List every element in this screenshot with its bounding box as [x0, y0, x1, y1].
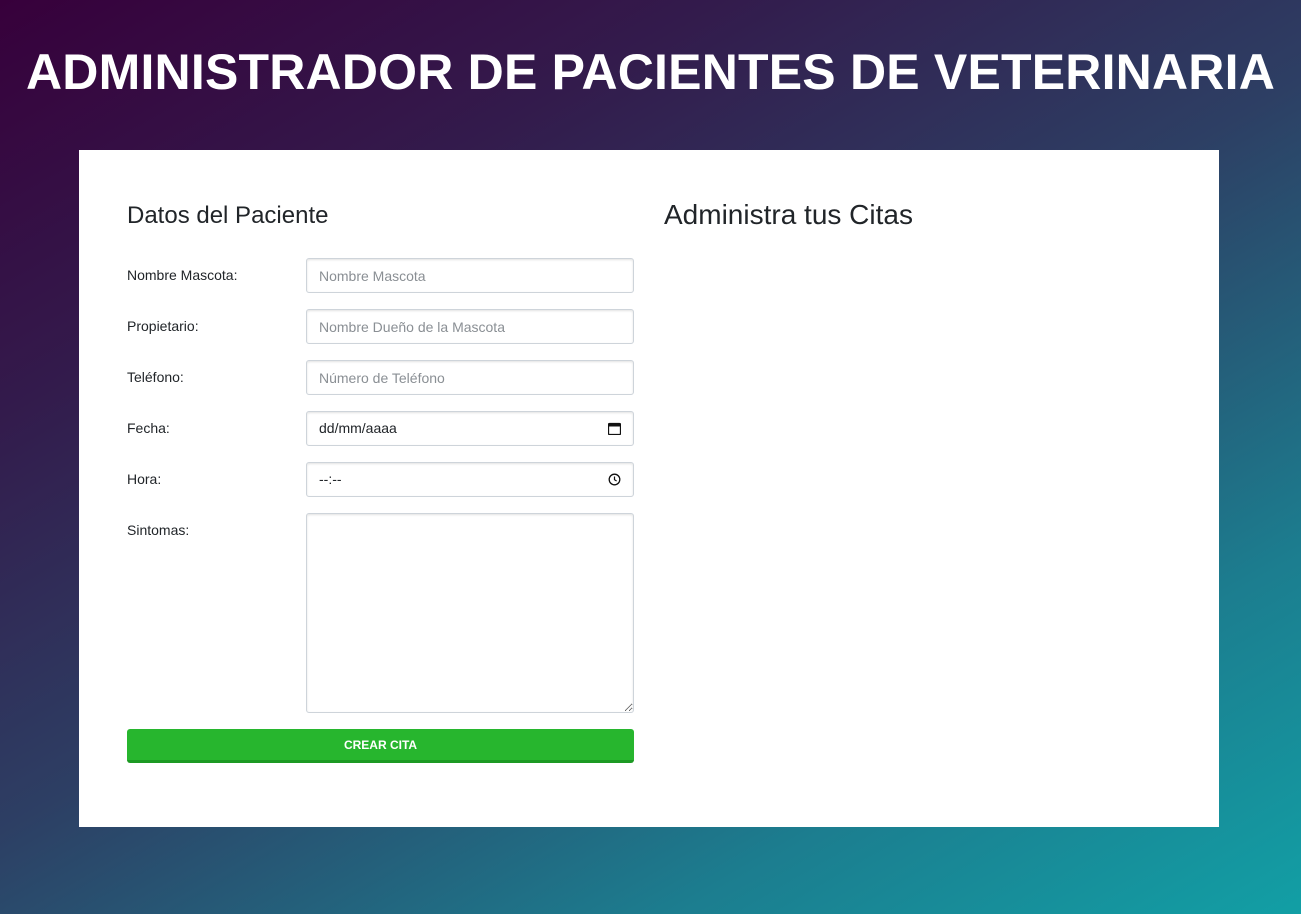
date-row: Fecha: dd/mm/aaaa: [127, 411, 634, 446]
main-card: Datos del Paciente Nombre Mascota: Propi…: [79, 150, 1219, 827]
pet-name-row: Nombre Mascota:: [127, 258, 634, 293]
time-row: Hora: --:--: [127, 462, 634, 497]
phone-label: Teléfono:: [127, 369, 184, 385]
owner-input[interactable]: [306, 309, 634, 344]
create-appointment-button[interactable]: CREAR CITA: [127, 729, 634, 763]
time-value: --:--: [319, 471, 342, 487]
symptoms-textarea[interactable]: [306, 513, 634, 713]
date-input[interactable]: dd/mm/aaaa: [306, 411, 634, 446]
pet-name-label: Nombre Mascota:: [127, 267, 238, 283]
clock-icon[interactable]: [607, 473, 621, 487]
time-label: Hora:: [127, 471, 162, 487]
owner-row: Propietario:: [127, 309, 634, 344]
phone-input[interactable]: [306, 360, 634, 395]
owner-label: Propietario:: [127, 318, 199, 334]
phone-row: Teléfono:: [127, 360, 634, 395]
pet-name-input[interactable]: [306, 258, 634, 293]
calendar-icon[interactable]: [607, 422, 621, 436]
symptoms-label: Sintomas:: [127, 522, 190, 538]
symptoms-row: Sintomas:: [127, 513, 634, 713]
time-input[interactable]: --:--: [306, 462, 634, 497]
form-title: Datos del Paciente: [127, 202, 329, 229]
appointments-title: Administra tus Citas: [664, 199, 913, 230]
date-label: Fecha:: [127, 420, 170, 436]
date-value: dd/mm/aaaa: [319, 420, 397, 436]
page-title: ADMINISTRADOR DE PACIENTES DE VETERINARI…: [25, 44, 1276, 100]
